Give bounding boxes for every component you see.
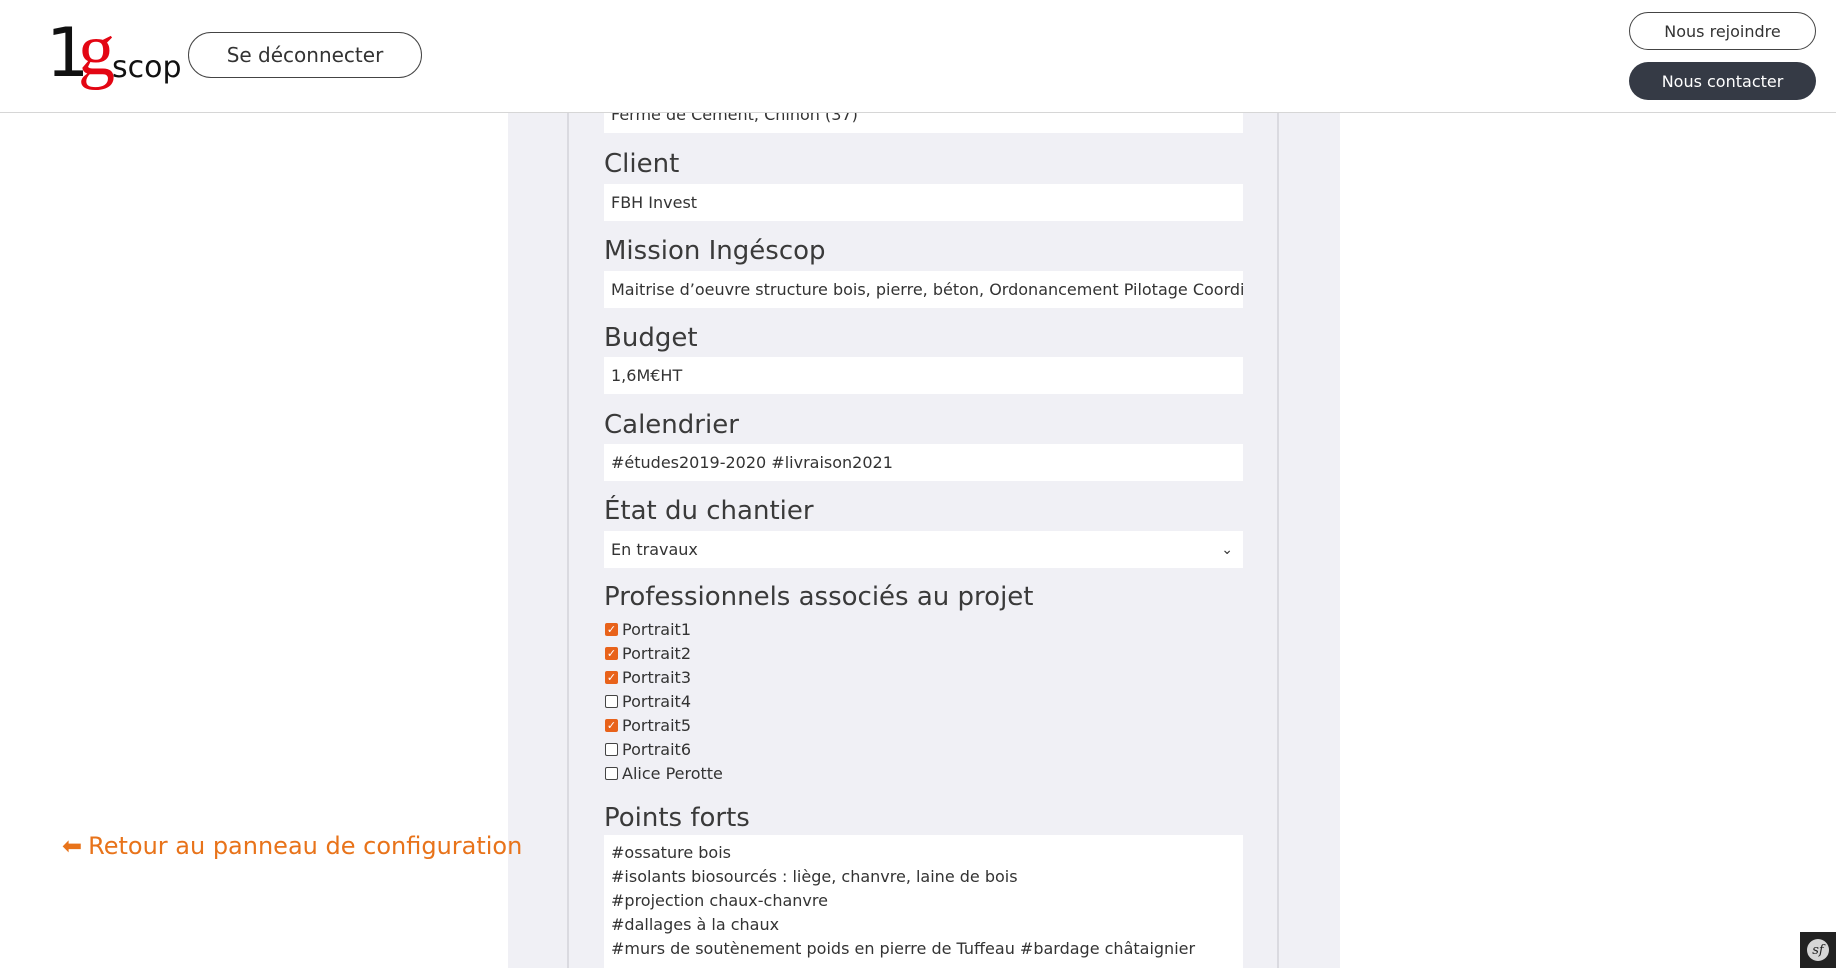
checkmark-icon: ✓ [606, 718, 617, 732]
checkbox-item[interactable]: Portrait4 [605, 690, 691, 712]
checkbox[interactable]: ✓ [605, 718, 618, 732]
checkbox-label: Portrait5 [622, 715, 691, 735]
checkbox-label: Portrait6 [622, 739, 691, 759]
symfony-toolbar-toggle[interactable]: sf [1800, 932, 1836, 968]
checkbox-label: Portrait2 [622, 643, 691, 663]
arrow-left-icon: ⬅ [62, 832, 83, 860]
points-forts-label: Points forts [604, 803, 750, 833]
client-label: Client [604, 149, 680, 179]
checkbox-label: Alice Perotte [622, 763, 723, 783]
checkbox-item[interactable]: ✓ Portrait5 [605, 714, 691, 736]
back-to-config-link[interactable]: ⬅ Retour au panneau de configuration [62, 832, 522, 860]
mission-label: Mission Ingéscop [604, 236, 826, 266]
mission-input[interactable]: Maitrise d’oeuvre structure bois, pierre… [604, 271, 1243, 308]
chevron-down-icon: ⌄ [1221, 541, 1233, 558]
symfony-icon: sf [1807, 939, 1829, 961]
checkmark-icon: ✓ [606, 622, 617, 636]
budget-input[interactable]: 1,6M€HT [604, 357, 1243, 394]
logout-button[interactable]: Se déconnecter [188, 32, 422, 78]
checkbox-item[interactable]: Alice Perotte [605, 762, 723, 784]
contact-button[interactable]: Nous contacter [1629, 62, 1816, 100]
checkbox[interactable] [605, 694, 618, 708]
checkmark-icon: ✓ [606, 670, 617, 684]
checkbox[interactable] [605, 766, 618, 780]
client-input[interactable]: FBH Invest [604, 184, 1243, 221]
etat-selected-value: En travaux [611, 540, 698, 559]
points-forts-textarea[interactable]: #ossature bois #isolants biosourcés : li… [604, 835, 1243, 975]
etat-select[interactable]: En travaux ⌄ [604, 531, 1243, 568]
checkbox[interactable]: ✓ [605, 670, 618, 684]
logo-g: g [78, 9, 115, 91]
points-forts-line: #projection chaux-chanvre [611, 891, 828, 910]
checkbox-item[interactable]: Portrait6 [605, 738, 691, 760]
etat-label: État du chantier [604, 496, 814, 526]
points-forts-line: #murs de soutènement poids en pierre de … [611, 939, 1196, 958]
checkbox-label: Portrait1 [622, 619, 691, 639]
checkbox-item[interactable]: ✓ Portrait1 [605, 618, 691, 640]
points-forts-line: #ossature bois [611, 843, 731, 862]
calendrier-label: Calendrier [604, 410, 739, 440]
points-forts-line: #isolants biosourcés : liège, chanvre, l… [611, 867, 1018, 886]
checkbox[interactable]: ✓ [605, 646, 618, 660]
logo-scop: scop [112, 50, 182, 85]
checkbox-item[interactable]: ✓ Portrait3 [605, 666, 691, 688]
join-button[interactable]: Nous rejoindre [1629, 12, 1816, 50]
site-header: 1 g scop Se déconnecter Nous rejoindre N… [0, 0, 1836, 113]
checkbox[interactable]: ✓ [605, 622, 618, 636]
checkbox[interactable] [605, 742, 618, 756]
checkbox-label: Portrait3 [622, 667, 691, 687]
checkmark-icon: ✓ [606, 646, 617, 660]
checkbox-label: Portrait4 [622, 691, 691, 711]
back-link-label: Retour au panneau de configuration [88, 832, 523, 860]
checkbox-item[interactable]: ✓ Portrait2 [605, 642, 691, 664]
calendrier-input[interactable]: #études2019-2020 #livraison2021 [604, 444, 1243, 481]
professionnels-label: Professionnels associés au projet [604, 582, 1034, 612]
logo[interactable]: 1 g scop [46, 10, 182, 94]
points-forts-line: #dallages à la chaux [611, 915, 780, 934]
budget-label: Budget [604, 323, 698, 353]
